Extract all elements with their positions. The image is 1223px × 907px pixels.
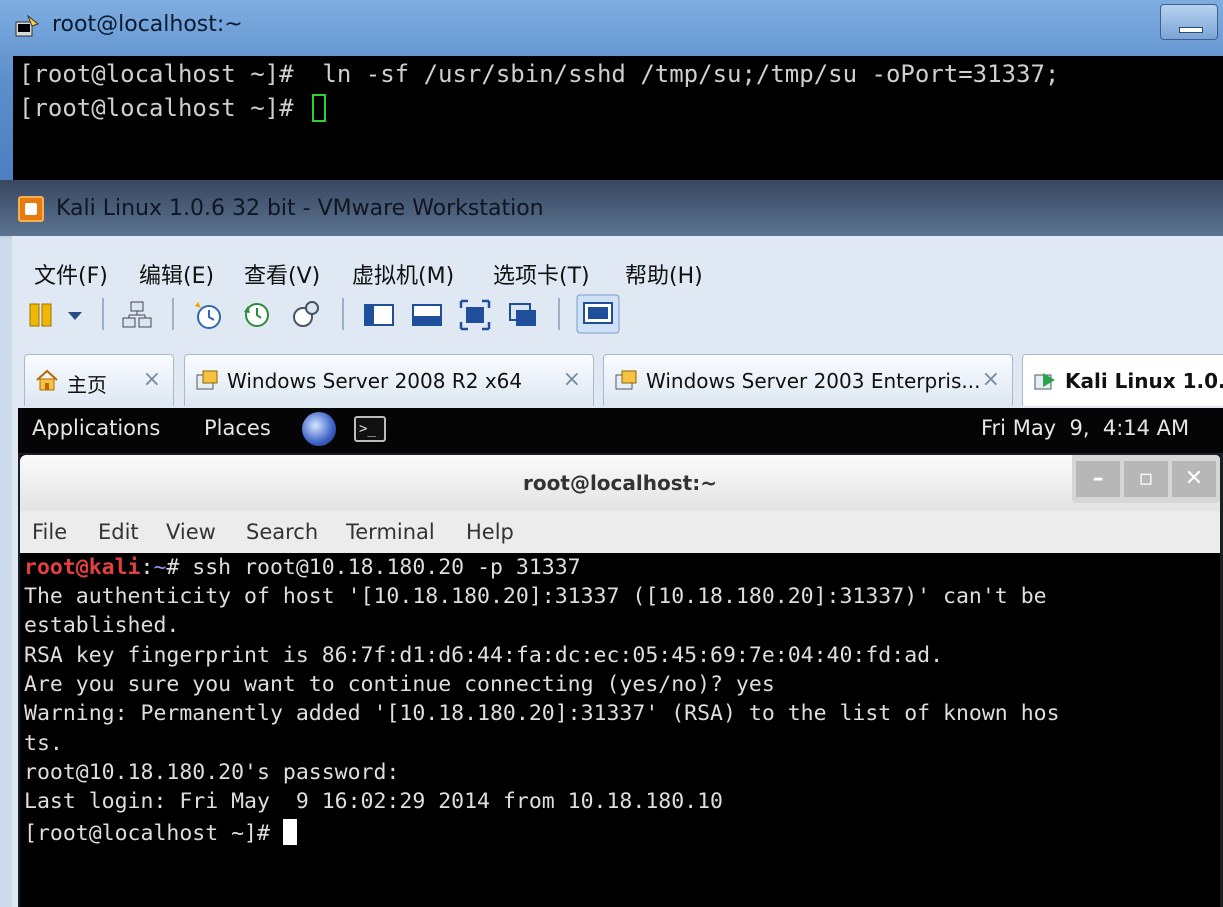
console-view-icon[interactable] (410, 298, 444, 332)
menu-help[interactable]: Help (466, 520, 514, 544)
prompt-user: root@kali (24, 555, 141, 580)
vmware-window: Kali Linux 1.0.6 32 bit - VMware Worksta… (0, 180, 1223, 907)
tab-label: Windows Server 2003 Enterpris... (646, 369, 981, 393)
vmware-title: Kali Linux 1.0.6 32 bit - VMware Worksta… (56, 196, 544, 221)
close-icon[interactable]: × (143, 367, 161, 392)
unity-icon[interactable] (506, 298, 540, 332)
menu-edit[interactable]: 编辑(E) (139, 258, 214, 290)
terminal-line-prompt: [root@localhost ~]# (24, 819, 297, 846)
prompt-separator: : (140, 555, 154, 580)
vm-icon (615, 370, 637, 390)
top-window-title: root@localhost:~ (52, 12, 243, 37)
minimize-button[interactable]: – (1076, 461, 1120, 497)
top-window-titlebar[interactable]: root@localhost:~ (0, 0, 1223, 56)
tab-label: Windows Server 2008 R2 x64 (227, 369, 523, 393)
cursor-icon (311, 94, 326, 122)
network-icon[interactable] (120, 298, 154, 332)
window-controls: – ▫ ✕ (1072, 455, 1220, 503)
menu-search[interactable]: Search (246, 520, 318, 544)
fullscreen-icon[interactable] (458, 298, 492, 332)
cursor-icon (282, 819, 297, 845)
revert-snapshot-icon[interactable] (240, 298, 274, 332)
pause-icon[interactable] (26, 298, 60, 332)
gnome-top-panel: Applications Places >_ Fri May 9, 4:14 A… (18, 408, 1223, 453)
prompt-path: ~ (153, 555, 167, 580)
tab-label: Kali Linux 1.0.6 (1065, 369, 1223, 393)
menu-tabs[interactable]: 选项卡(T) (493, 258, 590, 290)
terminal-line: established. (24, 613, 180, 638)
vmware-menubar: 文件(F) 编辑(E) 查看(V) 虚拟机(M) 选项卡(T) 帮助(H) (12, 250, 1223, 290)
terminal-line: Last login: Fri May 9 16:02:29 2014 from… (24, 789, 723, 814)
terminal-line: RSA key fingerprint is 86:7f:d1:d6:44:fa… (24, 643, 944, 668)
applications-menu[interactable]: Applications (32, 416, 160, 440)
panel-clock[interactable]: Fri May 9, 4:14 AM (981, 416, 1189, 440)
maximize-button[interactable]: ▫ (1124, 461, 1168, 497)
terminal-line: ts. (24, 731, 63, 756)
menu-vm[interactable]: 虚拟机(M) (352, 258, 454, 290)
vmware-icon (18, 196, 44, 222)
toolbar-separator (172, 298, 174, 330)
console-line: [root@localhost ~]# ln -sf /usr/sbin/ssh… (19, 60, 1060, 88)
toolbar-separator (102, 298, 104, 330)
remote-prompt: [root@localhost ~]# (24, 821, 283, 846)
minimize-button[interactable] (1160, 4, 1218, 40)
terminal-line-command: root@kali:~# ssh root@10.18.180.20 -p 31… (24, 555, 581, 580)
vmware-frame: 文件(F) 编辑(E) 查看(V) 虚拟机(M) 选项卡(T) 帮助(H) 主页… (12, 236, 1223, 907)
terminal-line: Warning: Permanently added '[10.18.180.2… (24, 701, 1060, 726)
menu-edit[interactable]: Edit (98, 520, 139, 544)
toolbar-separator (558, 298, 560, 330)
tab-win2008[interactable]: Windows Server 2008 R2 x64 × (184, 354, 594, 406)
terminal-output[interactable]: root@kali:~# ssh root@10.18.180.20 -p 31… (20, 553, 1220, 907)
terminal-line: Are you sure you want to continue connec… (24, 672, 775, 697)
tab-kali[interactable]: Kali Linux 1.0.6 (1022, 354, 1223, 406)
guest-display[interactable]: Applications Places >_ Fri May 9, 4:14 A… (18, 408, 1223, 907)
close-button[interactable]: ✕ (1172, 461, 1216, 497)
console-prompt: [root@localhost ~]# (19, 94, 308, 122)
vm-icon (196, 370, 218, 390)
kali-logo-icon[interactable] (302, 412, 336, 446)
places-menu[interactable]: Places (204, 416, 271, 440)
terminal-line: root@10.18.180.20's password: (24, 760, 400, 785)
snapshot-manager-icon[interactable] (288, 298, 322, 332)
snapshot-icon[interactable] (192, 298, 226, 332)
prompt-command: # ssh root@10.18.180.20 -p 31337 (166, 555, 581, 580)
putty-icon (15, 14, 40, 37)
vmware-toolbar (12, 292, 1223, 340)
home-icon (36, 369, 58, 391)
vmware-titlebar[interactable]: Kali Linux 1.0.6 32 bit - VMware Worksta… (0, 180, 1223, 236)
console-line-prompt: [root@localhost ~]# (19, 94, 326, 122)
terminal-line: The authenticity of host '[10.18.180.20]… (24, 584, 1047, 609)
quick-switch-icon[interactable] (576, 294, 620, 334)
close-icon[interactable]: × (563, 367, 581, 392)
top-terminal-window: root@localhost:~ [root@localhost ~]# ln … (0, 0, 1223, 195)
terminal-titlebar[interactable]: root@localhost:~ – ▫ ✕ (20, 455, 1220, 511)
menu-view[interactable]: View (166, 520, 216, 544)
terminal-menubar: File Edit View Search Terminal Help (20, 511, 1220, 553)
vm-tabs: 主页 × Windows Server 2008 R2 x64 × Window… (12, 348, 1223, 408)
close-icon[interactable]: × (982, 367, 1000, 392)
terminal-title: root@localhost:~ (523, 471, 717, 495)
tab-home[interactable]: 主页 × (24, 354, 174, 406)
kali-terminal-window: root@localhost:~ – ▫ ✕ File Edit View Se… (20, 455, 1220, 907)
toolbar-separator (342, 298, 344, 330)
menu-terminal[interactable]: Terminal (346, 520, 435, 544)
menu-help[interactable]: 帮助(H) (625, 258, 703, 290)
tab-win2003[interactable]: Windows Server 2003 Enterpris... × (603, 354, 1013, 406)
vm-running-icon (1034, 373, 1055, 390)
menu-file[interactable]: 文件(F) (34, 258, 108, 290)
chevron-down-icon[interactable] (64, 298, 86, 332)
menu-file[interactable]: File (32, 520, 67, 544)
top-console[interactable]: [root@localhost ~]# ln -sf /usr/sbin/ssh… (13, 56, 1223, 195)
menu-view[interactable]: 查看(V) (244, 258, 320, 290)
tab-label: 主页 (67, 373, 107, 397)
sidebar-toggle-icon[interactable] (362, 298, 396, 332)
terminal-launcher-icon[interactable]: >_ (354, 416, 386, 442)
